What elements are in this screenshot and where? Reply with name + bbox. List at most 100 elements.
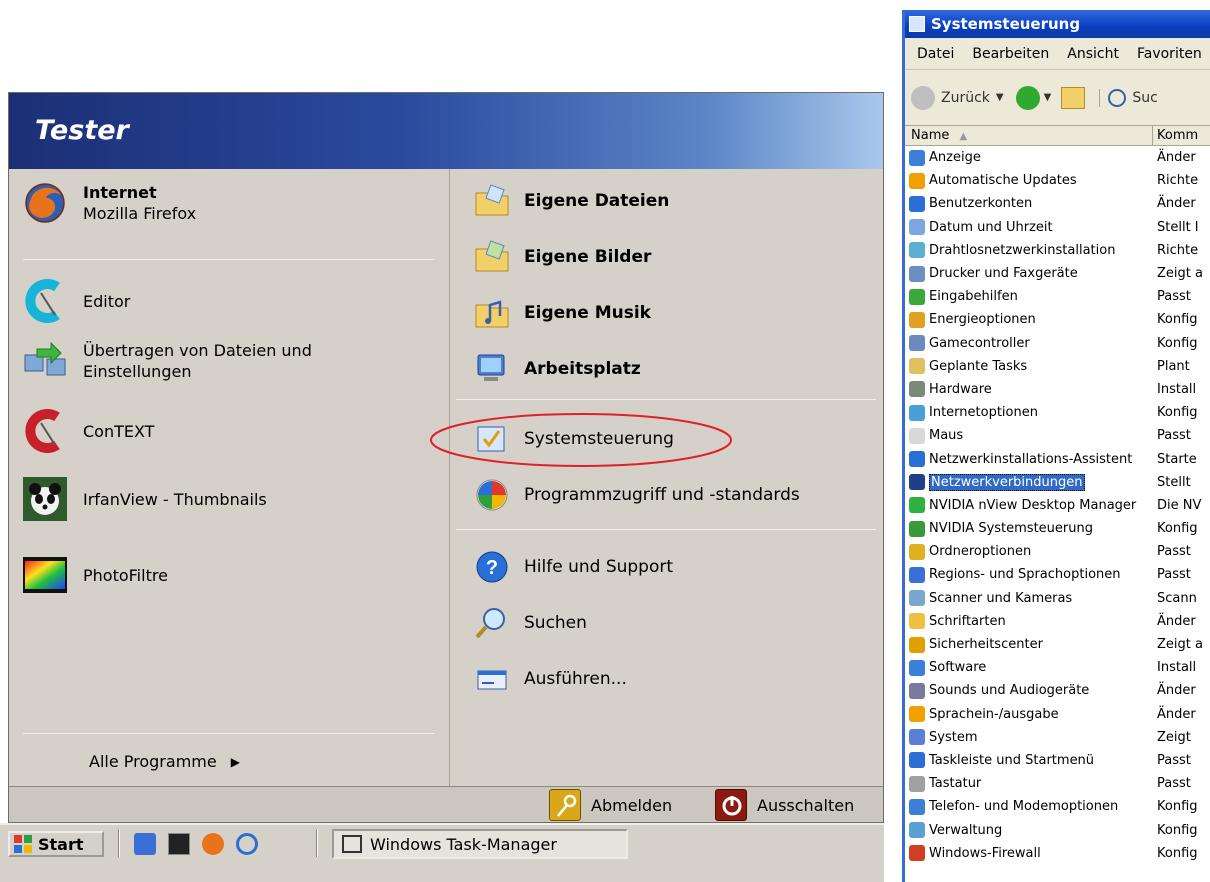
list-item[interactable]: Tastatur Passt [905,772,1210,795]
search-icon [474,605,510,641]
quicklaunch-firefox-icon[interactable] [202,833,224,855]
run-icon [474,661,510,697]
recent-item-label-line2: Einstellungen [83,362,192,381]
menu-favoriten[interactable]: Favoriten [1137,46,1202,62]
list-item[interactable]: Sounds und Audiogeräte Änder [905,679,1210,702]
separator [456,399,876,400]
quicklaunch-show-desktop-icon[interactable] [134,833,156,855]
quicklaunch-cmd-icon[interactable] [168,833,190,855]
list-item[interactable]: Scanner und Kameras Scann [905,587,1210,610]
menu-bearbeiten[interactable]: Bearbeiten [972,46,1049,62]
place-ausfuehren[interactable]: Ausführen... [474,661,627,697]
list-item[interactable]: Gamecontroller Konfig [905,332,1210,355]
recent-item-label: Übertragen von Dateien und [83,341,312,360]
list-item-comment: Passt [1157,544,1191,560]
recent-item-context[interactable]: ConTEXT [23,409,154,453]
help-icon: ? [474,549,510,585]
column-header-name[interactable]: Name ▲ [905,125,1153,146]
place-label: Hilfe und Support [524,557,674,577]
list-item[interactable]: NVIDIA Systemsteuerung Konfig [905,517,1210,540]
column-header-comment[interactable]: Komm [1153,128,1198,143]
list-item[interactable]: Eingabehilfen Passt [905,285,1210,308]
list-item-comment: Passt [1157,776,1191,792]
window-titlebar[interactable]: Systemsteuerung [905,10,1210,38]
taskbar-button-task-manager[interactable]: Windows Task-Manager [332,829,628,859]
list-item[interactable]: Netzwerkverbindungen Stellt [905,471,1210,494]
search-button[interactable]: Suc [1099,88,1158,107]
list-item-name: Scanner und Kameras [929,590,1073,606]
list-item[interactable]: Drahtlosnetzwerkinstallation Richte [905,239,1210,262]
list-item-comment: Richte [1157,242,1199,258]
place-label: Suchen [524,613,587,633]
list-item[interactable]: Software Install [905,656,1210,679]
place-eigene-dateien[interactable]: Eigene Dateien [474,183,669,219]
shutdown-button[interactable]: Ausschalten [715,789,854,821]
place-label: Programmzugriff und -standards [524,485,800,505]
list-item-comment: Konfig [1157,405,1198,421]
list-item[interactable]: Maus Passt [905,424,1210,447]
place-arbeitsplatz[interactable]: Arbeitsplatz [474,351,641,387]
list-item[interactable]: Verwaltung Konfig [905,818,1210,841]
place-suchen[interactable]: Suchen [474,605,587,641]
list-item[interactable]: Taskleiste und Startmenü Passt [905,749,1210,772]
list-item-name: Automatische Updates [929,173,1077,189]
recent-item-transfer[interactable]: Übertragen von Dateien und Einstellungen [23,339,312,383]
list-item[interactable]: Energieoptionen Konfig [905,308,1210,331]
list-item[interactable]: Ordneroptionen Passt [905,540,1210,563]
list-item[interactable]: Datum und Uhrzeit Stellt I [905,216,1210,239]
all-programs-button[interactable]: Alle Programme ▶ [89,751,240,772]
applet-icon [909,590,925,607]
list-item-name-cell: Netzwerkverbindungen [905,473,1155,491]
list-item-comment: Konfig [1157,822,1198,838]
list-item[interactable]: Drucker und Faxgeräte Zeigt a [905,262,1210,285]
forward-button[interactable] [1015,85,1040,110]
list-item[interactable]: Schriftarten Änder [905,610,1210,633]
list-item-comment: Änder [1157,613,1196,629]
list-item[interactable]: Sprachein-/ausgabe Änder [905,703,1210,726]
list-item[interactable]: Telefon- und Modemoptionen Konfig [905,795,1210,818]
pinned-item-internet[interactable]: Internet Mozilla Firefox [23,181,196,225]
list-item[interactable]: Anzeige Änder [905,146,1210,169]
recent-item-irfanview[interactable]: IrfanView - Thumbnails [23,477,267,521]
menu-ansicht[interactable]: Ansicht [1067,46,1119,62]
taskbar: Start Windows Task-Manager [0,823,884,882]
quicklaunch-ie-icon[interactable] [236,833,258,855]
back-button[interactable]: Zurück ▼ [911,85,1004,110]
taskbar-separator [316,829,318,857]
list-item[interactable]: Netzwerkinstallations-Assistent Starte [905,447,1210,470]
place-eigene-musik[interactable]: Eigene Musik [474,295,651,331]
list-item-name: Regions- und Sprachoptionen [929,567,1121,583]
list-item[interactable]: Benutzerkonten Änder [905,192,1210,215]
list-item[interactable]: System Zeigt [905,726,1210,749]
list-item-comment: Stellt I [1157,219,1199,235]
applet-icon [909,543,925,560]
place-label: Eigene Bilder [524,247,652,267]
list-item[interactable]: Regions- und Sprachoptionen Passt [905,563,1210,586]
user-name: Tester [35,115,129,146]
applet-icon [909,729,925,746]
menu-datei[interactable]: Datei [917,46,954,62]
list-item[interactable]: Hardware Install [905,378,1210,401]
place-hilfe-support[interactable]: ? Hilfe und Support [474,549,673,585]
folder-up-icon[interactable] [1061,86,1086,109]
list-item[interactable]: Sicherheitscenter Zeigt a [905,633,1210,656]
list-item[interactable]: Internetoptionen Konfig [905,401,1210,424]
place-eigene-bilder[interactable]: Eigene Bilder [474,239,651,275]
start-button[interactable]: Start [8,831,104,857]
list-item-comment: Änder [1157,706,1196,722]
list-item[interactable]: Geplante Tasks Plant [905,355,1210,378]
list-item[interactable]: Windows-Firewall Konfig [905,842,1210,865]
recent-item-photofiltre[interactable]: PhotoFiltre [23,553,168,597]
list-item-comment: Install [1157,660,1197,676]
logoff-button[interactable]: Abmelden [549,789,672,821]
recent-item-editor[interactable]: Editor [23,279,130,323]
list-item-comment: Scann [1157,590,1197,606]
list-item[interactable]: NVIDIA nView Desktop Manager Die NV [905,494,1210,517]
list-item-name-cell: Maus [905,427,1155,444]
back-arrow-icon [911,85,935,110]
photofiltre-icon [23,553,67,597]
list-item-name: System [929,729,978,745]
list-item-comment: Änder [1157,196,1196,212]
place-programmzugriff[interactable]: Programmzugriff und -standards [474,477,800,513]
list-item[interactable]: Automatische Updates Richte [905,169,1210,192]
